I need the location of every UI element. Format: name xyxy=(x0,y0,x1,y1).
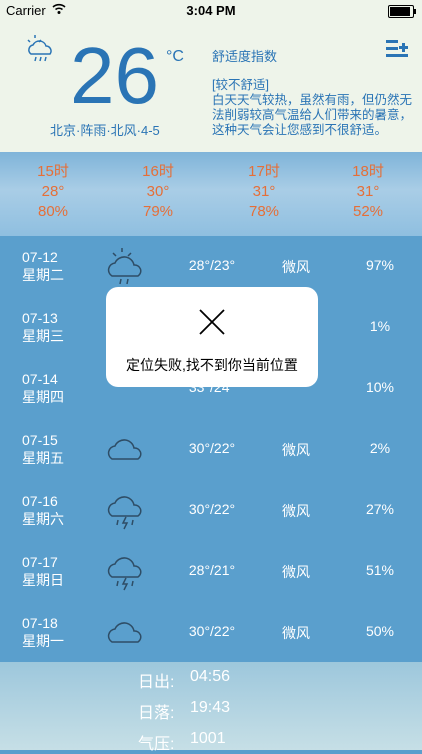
daily-humidity: 27% xyxy=(365,501,395,517)
daily-wind: 微风 xyxy=(282,503,310,519)
daily-weekday: 星期二 xyxy=(22,267,64,283)
hourly-forecast: 15时 28° 80% 16时 30° 79% 17时 31° 78% 18时 … xyxy=(0,152,422,236)
thunderstorm-icon xyxy=(107,496,142,530)
daily-date-block: 07-14 星期四 xyxy=(22,370,64,406)
comfort-level: [较不舒适] xyxy=(212,78,269,92)
hour-humidity: 79% xyxy=(142,203,174,220)
daily-humidity: 2% xyxy=(369,440,391,456)
current-weather-header: 26 °C 北京·阵雨·北风·4-5 舒适度指数 [较不舒适] 白天天气较热，虽… xyxy=(0,22,422,152)
daily-humidity: 1% xyxy=(369,318,391,334)
daily-temp-range: 30°/22° xyxy=(188,440,236,456)
daily-weekday: 星期五 xyxy=(22,450,64,466)
hour-label: 16时 xyxy=(142,163,174,180)
daily-date: 07-18 xyxy=(22,615,58,631)
cloud-rain-icon xyxy=(27,35,52,62)
sunset-value: 19:43 xyxy=(190,699,231,716)
hour-temp: 30° xyxy=(146,183,170,200)
daily-weekday: 星期六 xyxy=(22,511,64,527)
daily-row[interactable]: 07-15 星期五 30°/22° 微风 2% xyxy=(0,419,422,481)
daily-weekday: 星期一 xyxy=(22,633,64,649)
daily-humidity: 51% xyxy=(365,562,395,578)
daily-temp-range: 30°/22° xyxy=(188,501,236,517)
daily-humidity: 10% xyxy=(365,379,395,395)
daily-row[interactable]: 07-18 星期一 30°/22° 微风 50% xyxy=(0,602,422,664)
comfort-description: [较不舒适] 白天天气较热，虽然有雨，但仍然无法削弱较高气温给人们带来的暑意，这… xyxy=(212,78,420,138)
hour-temp: 28° xyxy=(41,183,65,200)
daily-date-block: 07-13 星期三 xyxy=(22,309,64,345)
daily-temp-range: 30°/22° xyxy=(188,623,236,639)
daily-wind: 微风 xyxy=(282,442,310,458)
sunrise-value: 04:56 xyxy=(190,668,231,685)
temperature-unit: °C xyxy=(166,48,184,65)
hour-humidity: 78% xyxy=(248,203,280,220)
hour-humidity: 52% xyxy=(352,203,384,220)
error-message: 定位失败,找不到你当前位置 xyxy=(126,357,298,373)
battery-icon xyxy=(388,5,416,18)
hour-temp: 31° xyxy=(356,183,380,200)
comfort-title: 舒适度指数 xyxy=(212,49,278,64)
location-error-dialog[interactable]: 定位失败,找不到你当前位置 xyxy=(106,287,318,387)
add-city-button[interactable] xyxy=(386,40,408,58)
daily-wind: 微风 xyxy=(282,564,310,580)
daily-row[interactable]: 07-16 星期六 30°/22° 微风 27% xyxy=(0,480,422,542)
sun-pressure-panel: 日出: 04:56 日落: 19:43 气压: 1001 xyxy=(0,662,422,753)
location-summary: 北京·阵雨·北风·4-5 xyxy=(50,123,160,138)
daily-date: 07-12 xyxy=(22,249,58,265)
hourly-item: 17时 31° 78% xyxy=(224,162,304,222)
hourly-item: 18时 31° 52% xyxy=(328,162,408,222)
comfort-text: 白天天气较热，虽然有雨，但仍然无法削弱较高气温给人们带来的暑意，这种天气会让您感… xyxy=(212,93,413,137)
daily-temp-range: 28°/21° xyxy=(188,562,236,578)
daily-date: 07-14 xyxy=(22,371,58,387)
cloud-icon xyxy=(107,622,142,643)
clock: 3:04 PM xyxy=(186,3,236,18)
sunrise-label: 日出: xyxy=(138,674,175,691)
daily-row[interactable]: 07-17 星期日 28°/21° 微风 51% xyxy=(0,541,422,603)
partly-cloudy-rain-icon xyxy=(107,248,142,285)
status-bar: Carrier 3:04 PM xyxy=(0,0,422,22)
daily-weekday: 星期三 xyxy=(22,328,64,344)
pressure-label: 气压: xyxy=(138,736,175,753)
cloud-icon xyxy=(107,439,142,460)
daily-date-block: 07-15 星期五 xyxy=(22,431,64,467)
pressure-value: 1001 xyxy=(190,730,226,747)
daily-date: 07-17 xyxy=(22,554,58,570)
hour-label: 17时 xyxy=(248,163,280,180)
daily-temp-range: 28°/23° xyxy=(188,257,236,273)
daily-wind: 微风 xyxy=(282,625,310,641)
hourly-item: 16时 30° 79% xyxy=(118,162,198,222)
daily-date: 07-13 xyxy=(22,310,58,326)
close-icon[interactable] xyxy=(197,307,227,337)
hourly-item: 15时 28° 80% xyxy=(13,162,93,222)
daily-weekday: 星期四 xyxy=(22,389,64,405)
sunset-label: 日落: xyxy=(138,705,175,722)
current-temperature: 26 xyxy=(70,31,159,120)
daily-date: 07-16 xyxy=(22,493,58,509)
daily-date-block: 07-16 星期六 xyxy=(22,492,64,528)
daily-date-block: 07-18 星期一 xyxy=(22,614,64,650)
hour-temp: 31° xyxy=(252,183,276,200)
daily-weekday: 星期日 xyxy=(22,572,64,588)
hour-humidity: 80% xyxy=(37,203,69,220)
hour-label: 18时 xyxy=(352,163,384,180)
daily-date-block: 07-17 星期日 xyxy=(22,553,64,589)
daily-humidity: 97% xyxy=(365,257,395,273)
daily-date: 07-15 xyxy=(22,432,58,448)
daily-date-block: 07-12 星期二 xyxy=(22,248,64,284)
daily-wind: 微风 xyxy=(282,259,310,275)
hour-label: 15时 xyxy=(37,163,69,180)
daily-humidity: 50% xyxy=(365,623,395,639)
thunderstorm-icon xyxy=(107,557,142,591)
